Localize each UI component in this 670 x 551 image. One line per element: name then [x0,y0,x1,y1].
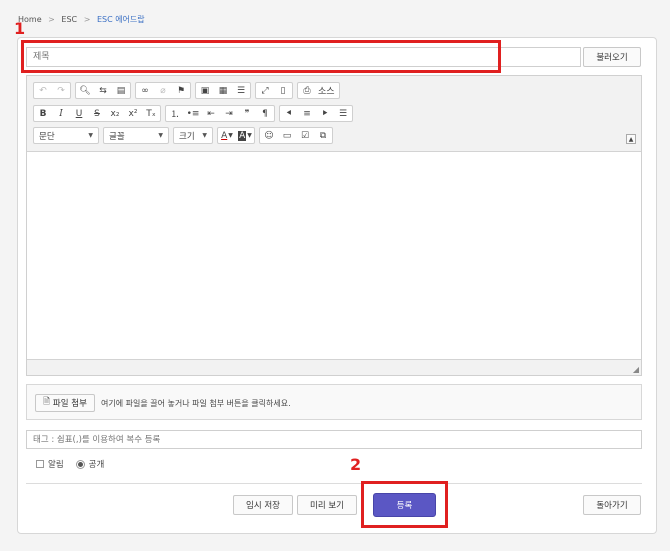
load-button[interactable]: 불러오기 [583,47,641,67]
justify-icon[interactable]: ☰ [334,106,352,121]
divider [26,483,642,484]
size-combo[interactable]: 크기 ▼ [173,127,213,144]
file-drop-area[interactable]: 🗎︎ 파일 첨부 여기에 파일을 끌어 놓거나 파일 첨부 버튼을 클릭하세요. [26,384,642,420]
align-right-icon[interactable]: ⯈ [316,106,334,121]
embed-icon[interactable]: ⧉ [314,128,332,143]
redo-icon[interactable]: ↷ [52,83,70,98]
editor-statusbar: ◢ [27,359,641,375]
toolbar-row-2: B I U Sx₂ x² Tₓ ⒈ •≡ ⇤ ⇥ ❞ ¶ ⯇ ≡ ⯈ ☰ [33,105,357,122]
toolbar-group: ∞ ⌀ ⚑ [135,82,191,99]
attach-file-button[interactable]: 🗎︎ 파일 첨부 [35,394,95,412]
undo-icon[interactable]: ↶ [34,83,52,98]
breadcrumb-separator: > [83,15,91,24]
rich-text-editor: ↶ ↷ 🔍︎ ⇆ ▤ ∞ ⌀ ⚑ ▣ ▦ ☰ ⤢ ▯ ⎙ 소스 B I U Sx₂ x² Tₓ ⒈ •≡ ⇤ ⇥ ❞ ¶ ⯇ ≡ ⯈ ☰ … [26,75,642,376]
font-combo-label: 글꼴 [109,131,125,142]
align-left-icon[interactable]: ⯇ [280,106,298,121]
toolbar-group: ↶ ↷ [33,82,71,99]
superscript-icon[interactable]: x² [124,106,142,121]
align-center-icon[interactable]: ≡ [298,106,316,121]
numbered-list-icon[interactable]: ⒈ [166,106,184,121]
blockquote-icon[interactable]: ❞ [238,106,256,121]
maximize-icon[interactable]: ⤢ [256,83,274,98]
public-label: 공개 [88,460,105,470]
resize-handle-icon[interactable]: ◢ [633,365,639,374]
find-icon[interactable]: 🔍︎ [76,83,94,98]
table-icon[interactable]: ▦ [214,83,232,98]
back-button[interactable]: 돌아가기 [583,495,641,515]
underline-icon[interactable]: U [70,106,88,121]
editor-toolbar: ↶ ↷ 🔍︎ ⇆ ▤ ∞ ⌀ ⚑ ▣ ▦ ☰ ⤢ ▯ ⎙ 소스 B I U Sx₂ x² Tₓ ⒈ •≡ ⇤ ⇥ ❞ ¶ ⯇ ≡ ⯈ ☰ … [27,76,641,152]
collapse-toolbar-icon[interactable]: ▲ [626,134,636,144]
bold-icon[interactable]: B [34,106,52,121]
toolbar-row-3: 문단 ▼ 글꼴 ▼ 크기 ▼ A ▼ A ▼ ☺ ▭ ☑ ⧉ [33,127,337,144]
toolbar-group: ⒈ •≡ ⇤ ⇥ ❞ ¶ [165,105,275,122]
toolbar-group: ⎙ 소스 [297,82,340,99]
chevron-down-icon: ▼ [228,132,233,139]
bidi-icon[interactable]: ¶ [256,106,274,121]
temp-save-button[interactable]: 임시 저장 [233,495,293,515]
toolbar-group: ⯇ ≡ ⯈ ☰ [279,105,353,122]
public-option[interactable]: 공개 [75,458,105,470]
bulleted-list-icon[interactable]: •≡ [184,106,202,121]
breadcrumb-current[interactable]: ESC 에어드랍 [97,15,145,24]
show-blocks-icon[interactable]: ▯ [274,83,292,98]
size-combo-label: 크기 [179,131,195,142]
chevron-down-icon: ▼ [202,132,207,139]
chevron-down-icon: ▼ [158,132,163,139]
notify-label: 알림 [48,460,64,470]
color-group: A ▼ A ▼ [217,127,255,144]
link-icon[interactable]: ∞ [136,83,154,98]
source-label[interactable]: 소스 [316,83,339,98]
text-color-icon: A [221,130,228,141]
toolbar-group: ▣ ▦ ☰ [195,82,251,99]
breadcrumb-separator: > [48,15,55,24]
toolbar-group: 🔍︎ ⇆ ▤ [75,82,131,99]
preview-button[interactable]: 미리 보기 [297,495,357,515]
annotation-marker-1: 1 [14,19,26,38]
font-combo[interactable]: 글꼴 ▼ [103,127,169,144]
post-options: 알림 공개 [36,458,116,470]
format-combo-label: 문단 [39,131,55,142]
source-icon[interactable]: ⎙ [298,83,316,98]
highlight-box-title [21,40,501,73]
select-all-icon[interactable]: ▤ [112,83,130,98]
notify-checkbox[interactable] [36,460,44,468]
insert-group: ☺ ▭ ☑ ⧉ [259,127,333,144]
file-icon: 🗎︎ [43,397,50,407]
public-radio[interactable] [75,459,85,469]
bg-color-button[interactable]: A ▼ [236,128,254,143]
emoji-icon[interactable]: ☺ [260,128,278,143]
chevron-down-icon: ▼ [88,132,93,139]
subscript-icon[interactable]: x₂ [106,106,124,121]
italic-icon[interactable]: I [52,106,70,121]
format-combo[interactable]: 문단 ▼ [33,127,99,144]
indent-icon[interactable]: ⇥ [220,106,238,121]
text-color-button[interactable]: A ▼ [218,128,236,143]
anchor-flag-icon[interactable]: ⚑ [172,83,190,98]
checkbox-icon[interactable]: ☑ [296,128,314,143]
unlink-icon[interactable]: ⌀ [154,83,172,98]
horizontal-line-icon[interactable]: ☰ [232,83,250,98]
tag-input[interactable] [26,430,642,449]
attach-hint: 여기에 파일을 끌어 놓거나 파일 첨부 버튼을 클릭하세요. [101,399,291,408]
image-icon[interactable]: ▣ [196,83,214,98]
notify-option[interactable]: 알림 [36,458,64,470]
highlight-box-submit [361,481,448,528]
toolbar-group: ⤢ ▯ [255,82,293,99]
toolbar-group: B I U Sx₂ x² Tₓ [33,105,161,122]
attach-file-label: 파일 첨부 [52,399,87,409]
outdent-icon[interactable]: ⇤ [202,106,220,121]
replace-icon[interactable]: ⇆ [94,83,112,98]
breadcrumb-esc[interactable]: ESC [61,15,77,24]
toolbar-row-1: ↶ ↷ 🔍︎ ⇆ ▤ ∞ ⌀ ⚑ ▣ ▦ ☰ ⤢ ▯ ⎙ 소스 [33,82,344,99]
bg-color-icon: A [238,130,247,141]
strikethrough-icon[interactable]: S [88,106,106,121]
media-icon[interactable]: ▭ [278,128,296,143]
editor-content-area[interactable] [27,152,641,359]
annotation-marker-2: 2 [350,455,362,474]
chevron-down-icon: ▼ [247,132,252,139]
remove-format-icon[interactable]: Tₓ [142,106,160,121]
breadcrumb: Home > ESC > ESC 에어드랍 [18,14,145,25]
